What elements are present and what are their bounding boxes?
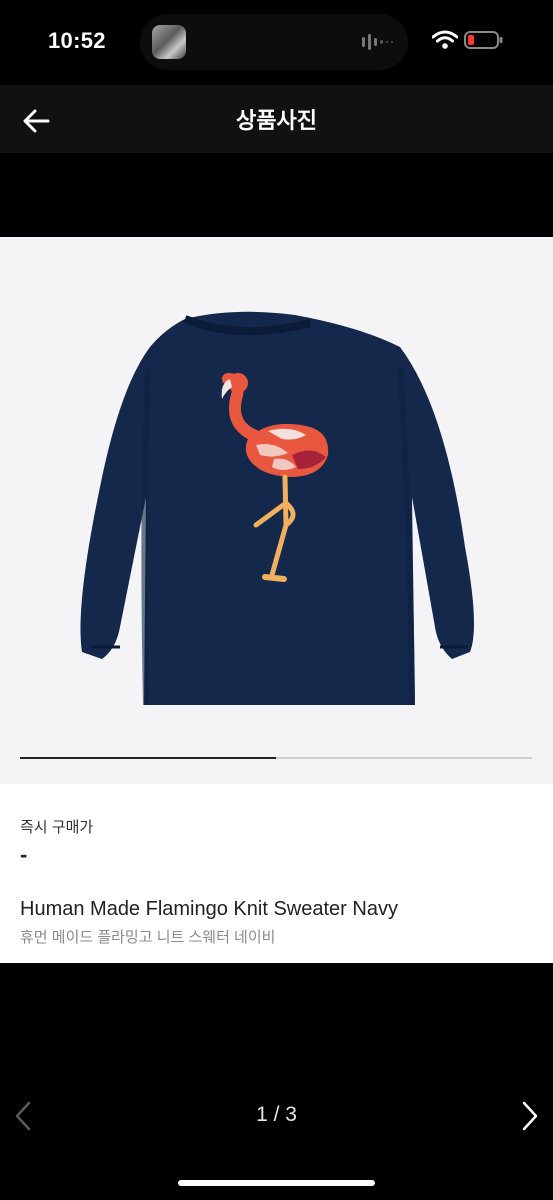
image-pager: 1 / 3 [256,1103,297,1126]
instant-price-label: 즉시 구매가 [20,819,94,836]
chevron-right-icon [522,1101,538,1131]
gallery-progress-bar [20,757,532,759]
wifi-icon [432,30,458,49]
next-image-button[interactable] [517,1100,541,1132]
product-name-korean: 휴먼 메이드 플라밍고 니트 스웨터 네이비 [20,929,276,946]
top-navigation-bar: 상품사진 [0,85,553,153]
product-photo-carousel[interactable] [0,237,553,784]
status-time: 10:52 [48,28,106,53]
product-image-flamingo-sweater [80,311,474,706]
product-name: Human Made Flamingo Knit Sweater Navy [20,898,398,920]
gallery-progress-fill [20,757,276,759]
instant-price-value: - [20,842,28,867]
audio-waveform-icon [362,34,393,50]
home-indicator[interactable] [178,1180,375,1186]
dynamic-island[interactable] [140,14,408,70]
page-title: 상품사진 [236,108,317,133]
battery-low-icon [464,31,503,49]
product-info-panel: 즉시 구매가 - Human Made Flamingo Knit Sweate… [0,784,553,963]
status-bar: 10:52 [0,0,553,85]
now-playing-thumbnail [152,25,186,59]
